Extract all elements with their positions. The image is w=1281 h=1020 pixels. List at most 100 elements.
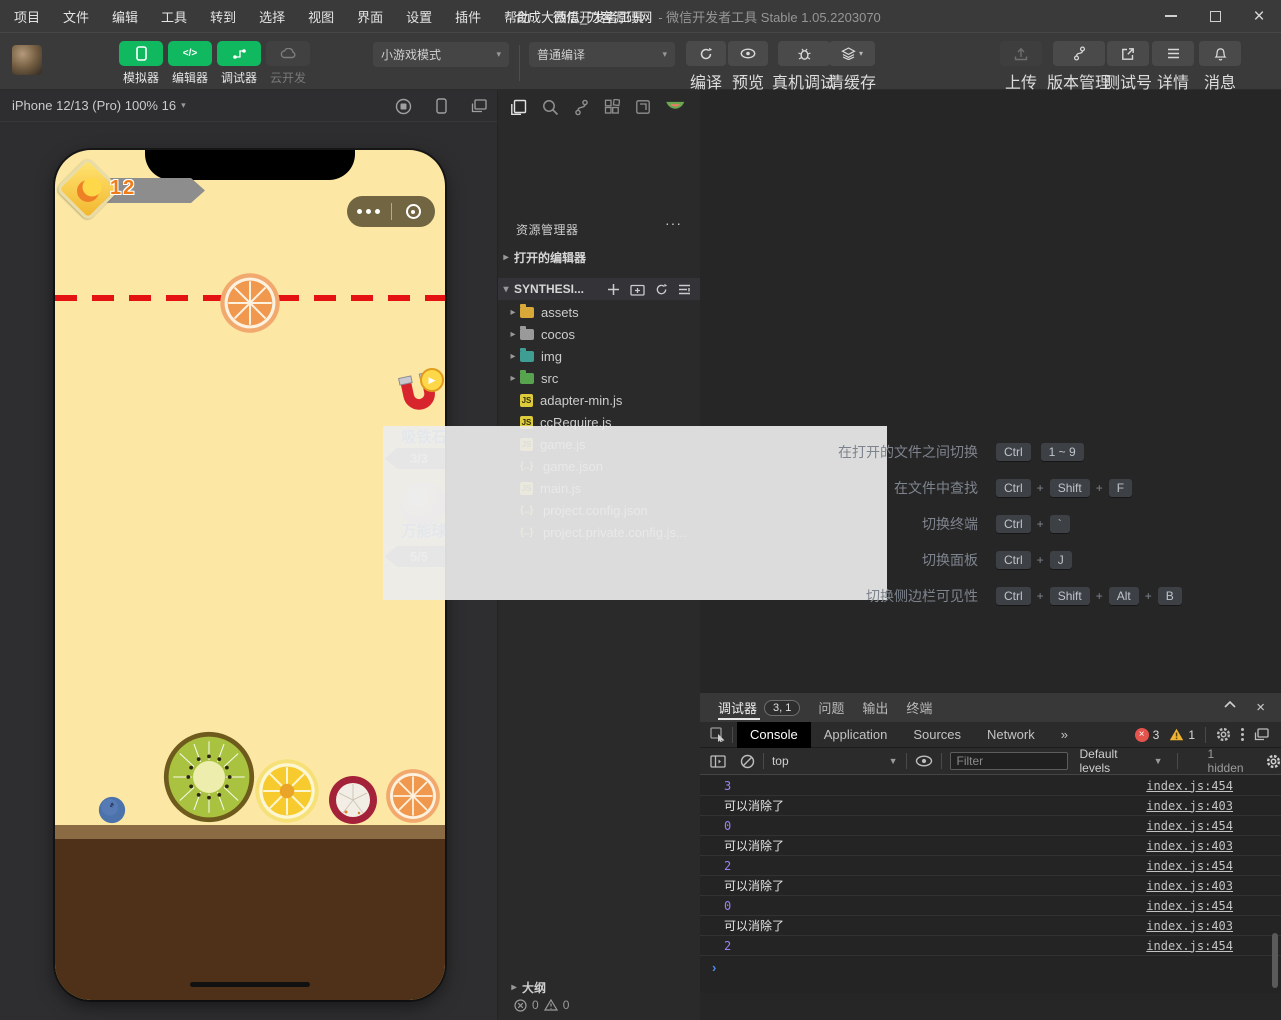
- console-log-row[interactable]: 可以消除了index.js:403: [700, 796, 1281, 816]
- maximize-button[interactable]: [1193, 0, 1237, 32]
- collapse-panel-icon[interactable]: [1224, 700, 1236, 715]
- test-account-button[interactable]: 测试号: [1104, 41, 1152, 93]
- extensions-icon[interactable]: [604, 99, 620, 115]
- source-link[interactable]: index.js:454: [1146, 899, 1233, 913]
- problems-status[interactable]: 0 0: [514, 998, 569, 1012]
- console-prompt[interactable]: ›: [700, 956, 1281, 978]
- menu-goto[interactable]: 转到: [210, 7, 236, 26]
- minimize-button[interactable]: [1149, 0, 1193, 32]
- file-tree-item-cocos[interactable]: ▸ cocos: [498, 323, 701, 345]
- project-section[interactable]: ▾ SYNTHESI...: [498, 278, 701, 300]
- menu-view[interactable]: 视图: [308, 7, 334, 26]
- more-actions-icon[interactable]: ···: [665, 215, 682, 231]
- chevron-right-icon: ▸: [498, 252, 514, 263]
- console-log-row[interactable]: 2index.js:454: [700, 856, 1281, 876]
- new-file-icon[interactable]: [607, 283, 620, 296]
- messages-button[interactable]: 消息: [1199, 41, 1241, 93]
- source-link[interactable]: index.js:454: [1146, 779, 1233, 793]
- tab-application[interactable]: Application: [811, 722, 901, 748]
- multi-window-icon[interactable]: [471, 99, 487, 113]
- refresh-icon[interactable]: [655, 283, 668, 296]
- compile-mode-select[interactable]: 普通编译 ▾: [529, 42, 675, 67]
- search-icon[interactable]: [542, 99, 559, 116]
- source-link[interactable]: index.js:454: [1146, 939, 1233, 953]
- inspect-element-icon[interactable]: [710, 727, 726, 742]
- more-options-icon[interactable]: [1241, 728, 1244, 741]
- source-link[interactable]: index.js:454: [1146, 859, 1233, 873]
- console-scrollbar[interactable]: [1272, 933, 1278, 988]
- menu-project[interactable]: 项目: [14, 7, 40, 26]
- menu-select[interactable]: 选择: [259, 7, 285, 26]
- tab-network[interactable]: Network: [974, 722, 1048, 748]
- tab-sources[interactable]: Sources: [900, 722, 974, 748]
- console-log-row[interactable]: 可以消除了index.js:403: [700, 876, 1281, 896]
- error-count[interactable]: × 3: [1135, 728, 1160, 742]
- rotate-phone-icon[interactable]: [436, 98, 447, 114]
- menu-settings[interactable]: 设置: [406, 7, 432, 26]
- version-manage-button[interactable]: 版本管理: [1047, 41, 1111, 93]
- more-menu-button[interactable]: [347, 209, 391, 214]
- menu-tools[interactable]: 工具: [161, 7, 187, 26]
- undock-icon[interactable]: [1254, 728, 1269, 741]
- more-tabs-button[interactable]: »: [1048, 722, 1081, 748]
- file-tree-item-adapter[interactable]: JS adapter-min.js: [498, 389, 701, 411]
- tab-debugger[interactable]: 调试器 3, 1: [718, 693, 800, 722]
- log-levels-selector[interactable]: Default levels ▼: [1080, 747, 1163, 775]
- outline-section[interactable]: ▸ 大纲: [498, 976, 701, 998]
- source-link[interactable]: index.js:403: [1146, 839, 1233, 853]
- warning-count[interactable]: 1: [1169, 728, 1195, 742]
- simulator-toggle[interactable]: 模拟器: [119, 41, 163, 86]
- console-log-row[interactable]: 可以消除了index.js:403: [700, 836, 1281, 856]
- source-link[interactable]: index.js:454: [1146, 819, 1233, 833]
- details-button[interactable]: 详情: [1152, 41, 1194, 93]
- tab-output[interactable]: 输出: [862, 693, 888, 722]
- console-log-row[interactable]: 3index.js:454: [700, 776, 1281, 796]
- compile-button[interactable]: 编译: [686, 41, 726, 93]
- menu-plugins[interactable]: 插件: [455, 7, 481, 26]
- console-log-row[interactable]: 可以消除了index.js:403: [700, 916, 1281, 936]
- console-log-row[interactable]: 0index.js:454: [700, 816, 1281, 836]
- file-tree-item-assets[interactable]: ▸ assets: [498, 301, 701, 323]
- record-icon[interactable]: [395, 98, 412, 115]
- console-log-row[interactable]: 0index.js:454: [700, 896, 1281, 916]
- tab-terminal[interactable]: 终端: [906, 693, 932, 722]
- source-control-icon[interactable]: [574, 99, 589, 116]
- console-settings-icon[interactable]: [1266, 754, 1281, 769]
- menu-edit[interactable]: 编辑: [112, 7, 138, 26]
- device-debug-button[interactable]: 真机调试: [772, 41, 836, 93]
- exit-button[interactable]: [392, 204, 436, 219]
- console-sidebar-icon[interactable]: [710, 755, 726, 768]
- open-editors-section[interactable]: ▸ 打开的编辑器: [498, 246, 701, 268]
- file-tree-item-img[interactable]: ▸ img: [498, 345, 701, 367]
- source-link[interactable]: index.js:403: [1146, 919, 1233, 933]
- editor-toggle[interactable]: </> 编辑器: [168, 41, 212, 86]
- source-link[interactable]: index.js:403: [1146, 799, 1233, 813]
- close-button[interactable]: ×: [1237, 0, 1281, 32]
- device-selector[interactable]: iPhone 12/13 (Pro) 100% 16 ▾: [0, 90, 497, 122]
- npm-package-icon[interactable]: [635, 99, 651, 115]
- menu-interface[interactable]: 界面: [357, 7, 383, 26]
- clear-console-icon[interactable]: [740, 754, 755, 769]
- clear-cache-button[interactable]: ▾ 清缓存: [828, 41, 876, 93]
- file-tree-item-src[interactable]: ▸ src: [498, 367, 701, 389]
- preview-button[interactable]: 预览: [728, 41, 768, 93]
- debugger-toggle[interactable]: 调试器: [217, 41, 261, 86]
- user-avatar[interactable]: [12, 45, 42, 75]
- cloud-dev-toggle[interactable]: 云开发: [266, 41, 310, 86]
- context-selector[interactable]: top ▼: [772, 754, 898, 768]
- upload-button[interactable]: 上传: [1000, 41, 1042, 93]
- source-link[interactable]: index.js:403: [1146, 879, 1233, 893]
- eye-watch-icon[interactable]: [915, 755, 933, 767]
- tab-console[interactable]: Console: [737, 722, 811, 748]
- new-folder-icon[interactable]: [630, 283, 645, 296]
- close-panel-icon[interactable]: ×: [1256, 700, 1265, 715]
- menu-file[interactable]: 文件: [63, 7, 89, 26]
- tab-problems[interactable]: 问题: [818, 693, 844, 722]
- watermelon-icon[interactable]: [666, 100, 684, 115]
- console-filter-input[interactable]: [950, 752, 1068, 770]
- mode-select[interactable]: 小游戏模式 ▾: [373, 42, 509, 67]
- collapse-all-icon[interactable]: [678, 283, 691, 296]
- console-log-row[interactable]: 2index.js:454: [700, 936, 1281, 956]
- devtools-settings-icon[interactable]: [1216, 727, 1231, 742]
- files-icon[interactable]: [510, 99, 527, 116]
